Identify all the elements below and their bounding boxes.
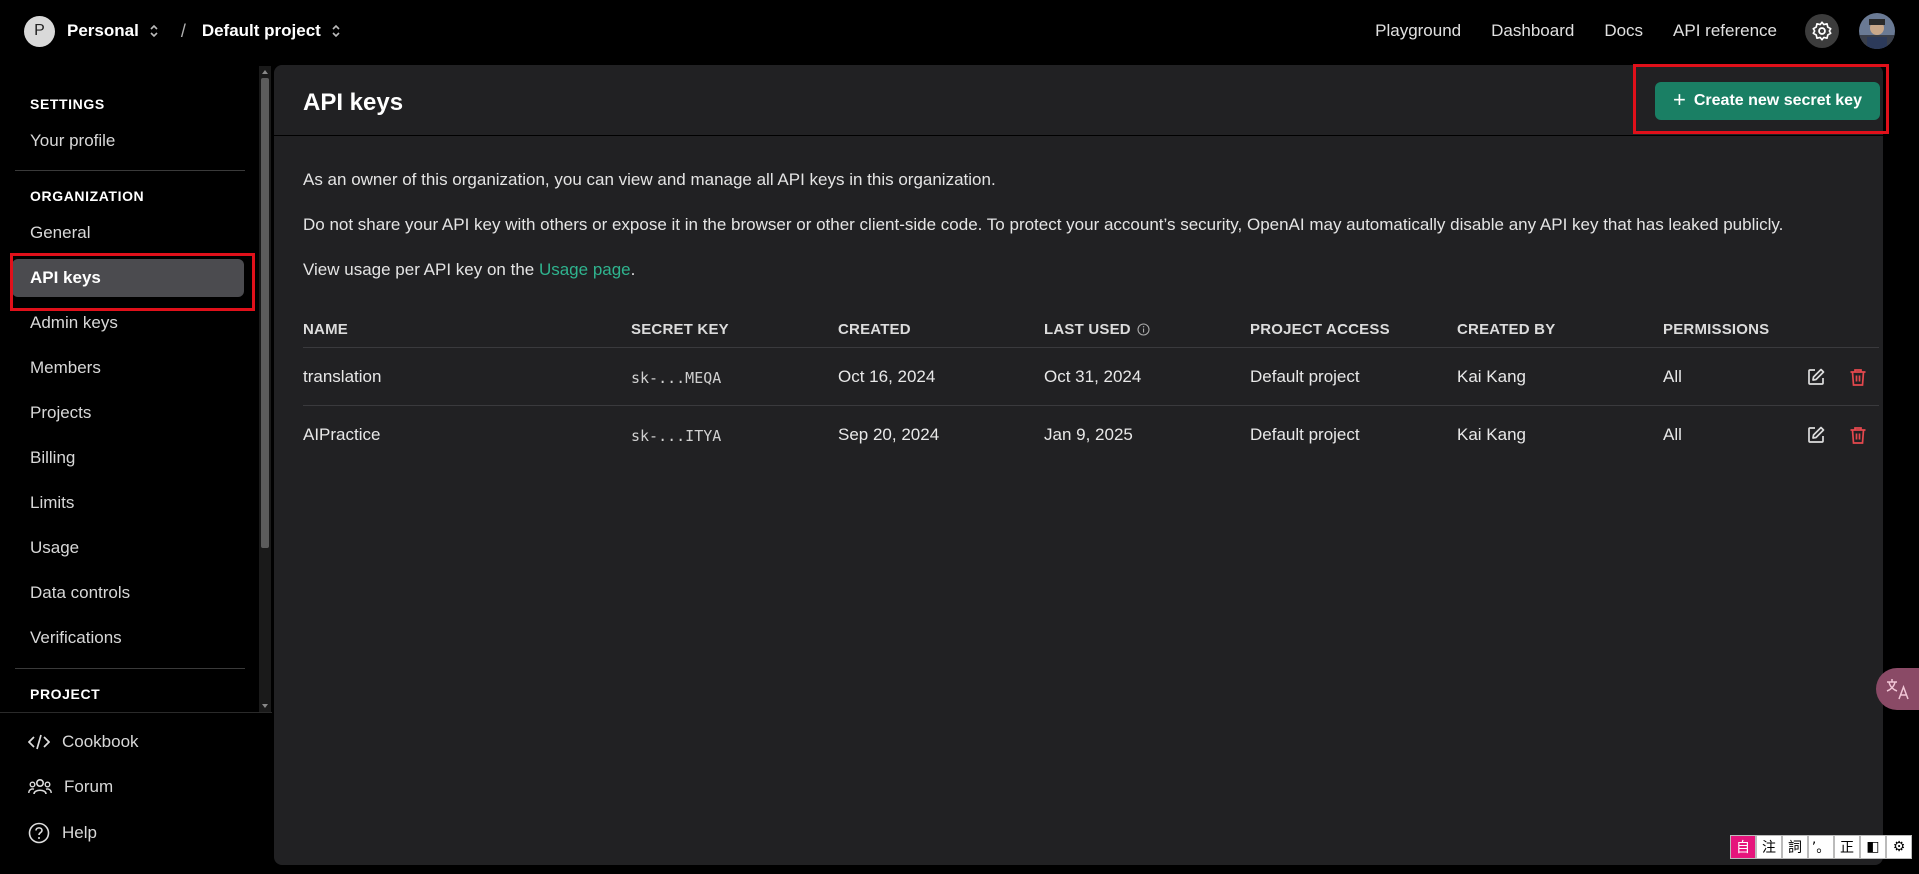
usage-info-prefix: View usage per API key on the bbox=[303, 260, 539, 279]
create-secret-key-label: Create new secret key bbox=[1693, 92, 1862, 109]
sidebar-item-members[interactable]: Members bbox=[12, 349, 244, 387]
ime-phrase-button[interactable]: 詞 bbox=[1782, 835, 1808, 859]
code-icon bbox=[28, 734, 50, 750]
last-used-label: LAST USED bbox=[1044, 321, 1131, 338]
secret-key-masked: sk-...MEQA bbox=[631, 369, 722, 387]
plus-icon: + bbox=[1673, 87, 1686, 112]
sidebar-item-billing[interactable]: Billing bbox=[12, 439, 244, 477]
breadcrumb-separator: / bbox=[180, 20, 186, 41]
column-header-name: NAME bbox=[303, 321, 348, 338]
section-project: PROJECT bbox=[30, 686, 101, 702]
created-date: Sep 20, 2024 bbox=[838, 425, 940, 444]
table-divider bbox=[303, 347, 1879, 348]
ime-punctuation-button[interactable]: ’。 bbox=[1808, 835, 1834, 859]
nav-api-reference[interactable]: API reference bbox=[1673, 21, 1777, 41]
column-header-project-access: PROJECT ACCESS bbox=[1250, 321, 1390, 338]
sidebar-divider bbox=[15, 170, 245, 171]
ime-mode-button[interactable]: 自 bbox=[1730, 835, 1756, 859]
sidebar-scroll-area: SETTINGS Your profile ORGANIZATION Gener… bbox=[0, 62, 258, 712]
user-avatar[interactable] bbox=[1859, 13, 1895, 49]
ime-traditional-button[interactable]: 正 bbox=[1834, 835, 1860, 859]
sidebar: SETTINGS Your profile ORGANIZATION Gener… bbox=[0, 62, 272, 874]
column-header-secret-key: SECRET KEY bbox=[631, 321, 729, 338]
security-warning-text: Do not share your API key with others or… bbox=[303, 215, 1784, 234]
settings-gear-icon[interactable] bbox=[1805, 14, 1839, 48]
sidebar-item-your-profile[interactable]: Your profile bbox=[12, 122, 244, 160]
top-nav: Playground Dashboard Docs API reference bbox=[1375, 12, 1919, 50]
sidebar-item-projects[interactable]: Projects bbox=[12, 394, 244, 432]
usage-info-text: View usage per API key on the Usage page… bbox=[303, 260, 635, 280]
sidebar-link-cookbook[interactable]: Cookbook bbox=[28, 732, 139, 752]
project-access: Default project bbox=[1250, 367, 1360, 386]
sidebar-item-admin-keys[interactable]: Admin keys bbox=[12, 304, 244, 342]
top-bar: P Personal / Default project Playground … bbox=[0, 0, 1919, 62]
sidebar-scrollbar[interactable] bbox=[259, 66, 271, 712]
nav-dashboard[interactable]: Dashboard bbox=[1491, 21, 1574, 41]
created-by: Kai Kang bbox=[1457, 425, 1526, 444]
org-switch-chevron-icon[interactable] bbox=[149, 24, 159, 38]
scroll-up-icon[interactable] bbox=[261, 68, 269, 76]
ime-width-button[interactable]: ◧ bbox=[1860, 835, 1886, 859]
cookbook-label: Cookbook bbox=[62, 732, 139, 751]
last-used-date: Oct 31, 2024 bbox=[1044, 367, 1142, 386]
usage-info-suffix: . bbox=[630, 260, 636, 279]
scrollbar-thumb[interactable] bbox=[261, 78, 269, 548]
scroll-down-icon[interactable] bbox=[261, 702, 269, 710]
sidebar-bottom-divider bbox=[0, 712, 272, 713]
org-avatar[interactable]: P bbox=[24, 15, 55, 47]
key-name: translation bbox=[303, 367, 382, 386]
create-secret-key-button[interactable]: + Create new secret key bbox=[1655, 82, 1880, 120]
sidebar-item-verifications[interactable]: Verifications bbox=[12, 619, 244, 657]
ime-toolbar: 自 注 詞 ’。 正 ◧ ⚙ bbox=[1730, 835, 1912, 859]
delete-trash-icon[interactable] bbox=[1847, 424, 1869, 446]
project-access: Default project bbox=[1250, 425, 1360, 444]
info-icon[interactable] bbox=[1137, 323, 1150, 336]
project-name[interactable]: Default project bbox=[202, 21, 321, 41]
help-label: Help bbox=[62, 823, 97, 842]
sidebar-item-api-keys[interactable]: API keys bbox=[12, 259, 244, 297]
sidebar-link-help[interactable]: Help bbox=[28, 822, 97, 844]
secret-key-masked: sk-...ITYA bbox=[631, 427, 722, 445]
permissions: All bbox=[1663, 425, 1682, 444]
table-divider bbox=[303, 405, 1879, 406]
column-header-created-by: CREATED BY bbox=[1457, 321, 1556, 338]
nav-docs[interactable]: Docs bbox=[1604, 21, 1643, 41]
ime-settings-gear-icon[interactable]: ⚙ bbox=[1886, 835, 1912, 859]
org-name[interactable]: Personal bbox=[67, 21, 139, 41]
nav-playground[interactable]: Playground bbox=[1375, 21, 1461, 41]
page-title: API keys bbox=[303, 89, 404, 116]
sidebar-item-data-controls[interactable]: Data controls bbox=[12, 574, 244, 612]
section-settings: SETTINGS bbox=[30, 96, 105, 112]
sidebar-item-usage[interactable]: Usage bbox=[12, 529, 244, 567]
org-project-switcher: P Personal / Default project bbox=[24, 15, 341, 47]
sidebar-item-limits[interactable]: Limits bbox=[12, 484, 244, 522]
column-header-created: CREATED bbox=[838, 321, 911, 338]
forum-label: Forum bbox=[64, 777, 114, 796]
sidebar-link-forum[interactable]: Forum bbox=[28, 777, 113, 797]
key-name: AIPractice bbox=[303, 425, 381, 444]
section-organization: ORGANIZATION bbox=[30, 188, 145, 204]
sidebar-item-general[interactable]: General bbox=[12, 214, 244, 252]
column-header-last-used: LAST USED bbox=[1044, 321, 1150, 338]
edit-icon[interactable] bbox=[1805, 366, 1827, 388]
project-switch-chevron-icon[interactable] bbox=[331, 24, 341, 38]
delete-trash-icon[interactable] bbox=[1847, 366, 1869, 388]
usage-page-link[interactable]: Usage page bbox=[539, 260, 631, 279]
translate-icon[interactable] bbox=[1876, 668, 1919, 710]
people-icon bbox=[28, 778, 52, 795]
created-by: Kai Kang bbox=[1457, 367, 1526, 386]
last-used-date: Jan 9, 2025 bbox=[1044, 425, 1133, 444]
main-panel: API keys + Create new secret key As an o… bbox=[274, 65, 1883, 865]
sidebar-divider bbox=[15, 668, 245, 669]
help-icon bbox=[28, 822, 50, 844]
edit-icon[interactable] bbox=[1805, 424, 1827, 446]
owner-info-text: As an owner of this organization, you ca… bbox=[303, 170, 996, 189]
ime-zhuyin-button[interactable]: 注 bbox=[1756, 835, 1782, 859]
permissions: All bbox=[1663, 367, 1682, 386]
created-date: Oct 16, 2024 bbox=[838, 367, 936, 386]
header-divider bbox=[274, 135, 1883, 136]
column-header-permissions: PERMISSIONS bbox=[1663, 321, 1770, 338]
